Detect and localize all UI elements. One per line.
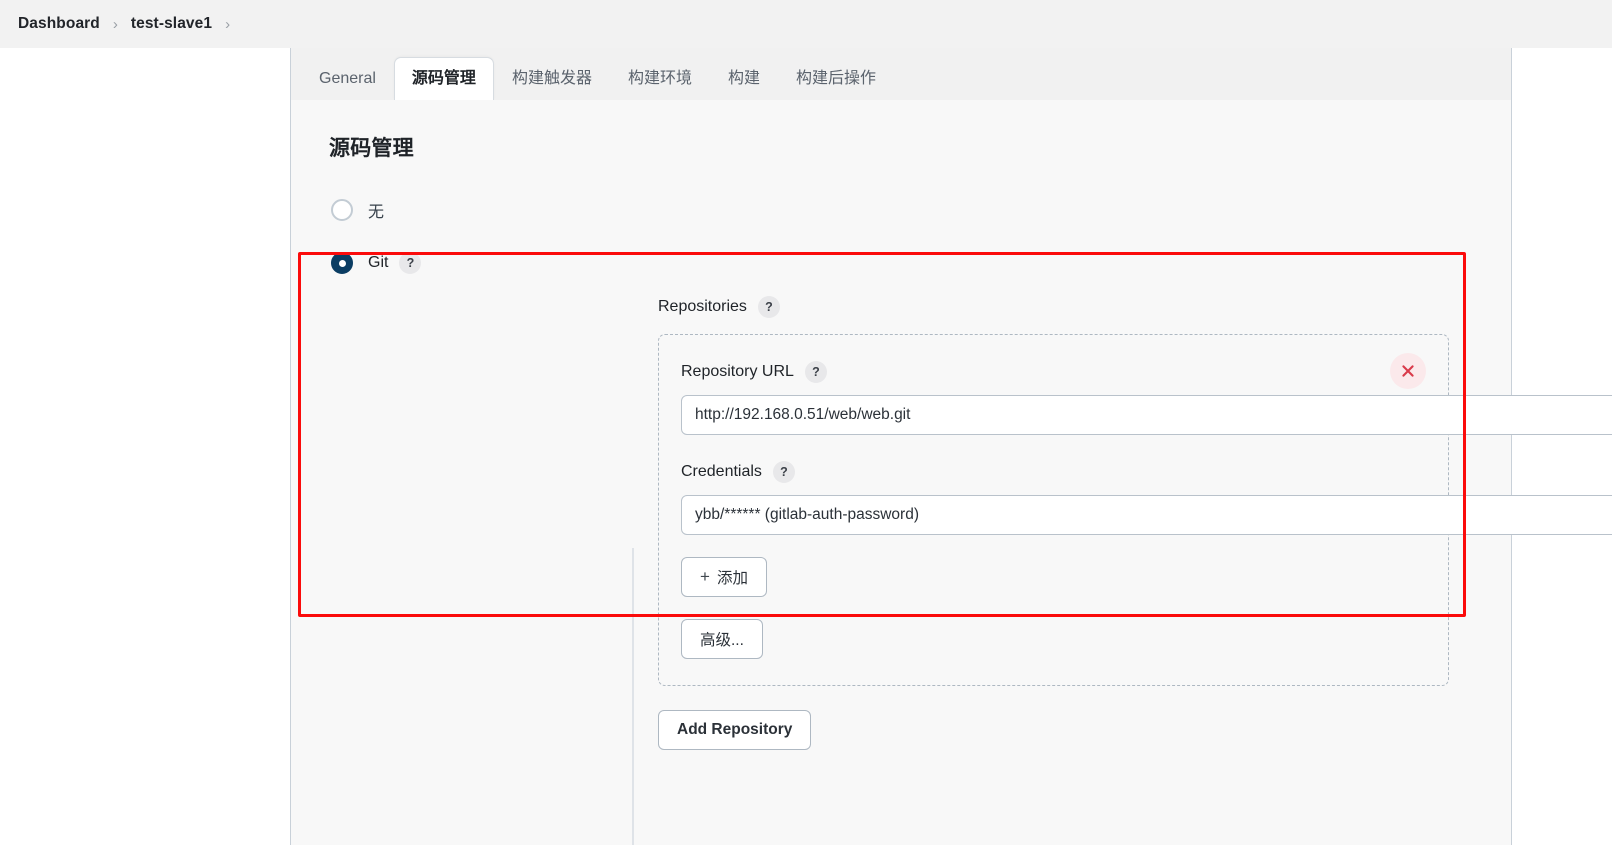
add-repository-button-label: Add Repository (677, 721, 793, 738)
radio-git-icon[interactable] (331, 252, 353, 274)
repository-panel: Repository URL ? Credentials ? ybb/*****… (658, 334, 1612, 686)
tab-general[interactable]: General (301, 57, 394, 101)
git-fields: Repositories ? Repository URL ? http://1… (291, 274, 1612, 686)
advanced-button-label: 高级... (700, 632, 744, 649)
jenkins-job-config-page: Dashboard › test-slave1 › General 源码管理 构… (0, 0, 1612, 845)
repository-url-label: Repository URL (681, 363, 794, 380)
add-credentials-button[interactable]: + 添加 (681, 557, 767, 597)
credentials-label-row: Credentials ? (681, 461, 1426, 483)
config-content-column: General 源码管理 构建触发器 构建环境 构建 构建后操作 源码管理 无 … (290, 48, 1612, 845)
delete-repository-button[interactable] (1390, 353, 1426, 389)
radio-none-icon[interactable] (331, 199, 353, 221)
repositories-label-row: Repositories ? (658, 296, 1511, 318)
advanced-button-row: 高级... (681, 597, 1426, 659)
breadcrumb-separator-icon: › (225, 15, 231, 33)
repository-url-input[interactable] (681, 395, 1612, 435)
right-gutter (1512, 48, 1612, 845)
repositories-help-icon[interactable]: ? (757, 296, 780, 318)
tab-build-triggers[interactable]: 构建触发器 (494, 57, 610, 101)
tab-build[interactable]: 构建 (710, 57, 778, 101)
section-indent-line (632, 548, 634, 845)
credentials-help-icon[interactable]: ? (772, 461, 795, 483)
repository-url-help-icon[interactable]: ? (804, 361, 827, 383)
credentials-select-wrap: ybb/****** (gitlab-auth-password) (681, 495, 1612, 535)
scm-option-git[interactable]: Git ? (291, 252, 1511, 274)
plus-icon: + (700, 566, 710, 586)
scm-option-none-label: 无 (368, 204, 385, 221)
close-icon (1402, 365, 1414, 377)
scm-git-section: Git ? Repositories ? Repository URL ? ht… (291, 252, 1612, 845)
scm-option-none[interactable]: 无 (291, 198, 1511, 222)
add-credentials-button-label: 添加 (716, 570, 748, 587)
breadcrumb-item-job[interactable]: test-slave1 (131, 15, 212, 33)
left-gutter (0, 48, 290, 845)
scm-option-git-label: Git (368, 254, 389, 271)
git-help-icon[interactable]: ? (399, 252, 422, 274)
config-form-body: 源码管理 无 Git ? Repositories ? Repository U… (291, 100, 1612, 845)
page-title: 源码管理 (329, 137, 414, 160)
config-tab-bar: General 源码管理 构建触发器 构建环境 构建 构建后操作 (291, 48, 1511, 101)
tab-post-build-actions[interactable]: 构建后操作 (778, 57, 894, 101)
tab-source-code-management[interactable]: 源码管理 (393, 57, 494, 101)
credentials-label: Credentials (681, 463, 762, 480)
repositories-label: Repositories (658, 298, 747, 315)
credentials-select[interactable]: ybb/****** (gitlab-auth-password) (681, 495, 1612, 535)
add-repository-button[interactable]: Add Repository (658, 710, 812, 750)
credentials-selected-value: ybb/****** (gitlab-auth-password) (695, 506, 920, 523)
breadcrumb: Dashboard › test-slave1 › (0, 0, 1612, 48)
tab-build-environment[interactable]: 构建环境 (610, 57, 710, 101)
advanced-button[interactable]: 高级... (681, 619, 763, 659)
breadcrumb-item-dashboard[interactable]: Dashboard (18, 15, 100, 33)
repository-url-label-row: Repository URL ? (681, 361, 1426, 383)
breadcrumb-separator-icon: › (112, 15, 118, 33)
